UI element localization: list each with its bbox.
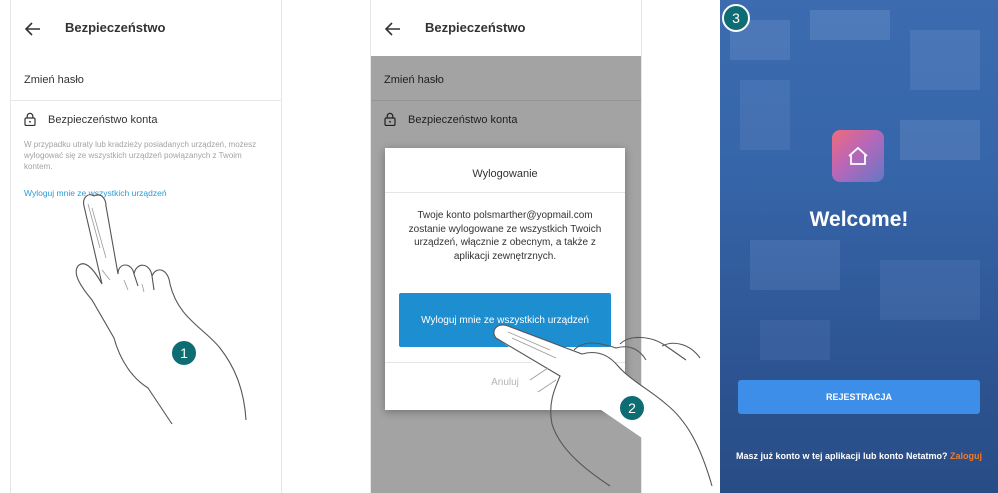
have-account-label: Masz już konto w tej aplikacji lub konto… — [735, 451, 948, 461]
back-arrow-icon[interactable] — [385, 22, 401, 36]
register-button[interactable]: REJESTRACJA — [738, 380, 980, 414]
change-password-row[interactable]: Zmień hasło — [11, 56, 281, 101]
change-password-label: Zmień hasło — [24, 74, 84, 86]
account-security-label: Bezpieczeństwo konta — [48, 114, 158, 126]
page-title: Bezpieczeństwo — [425, 20, 526, 35]
phone-screen-welcome: Welcome! REJESTRACJA Masz już konto w te… — [720, 0, 998, 493]
back-arrow-icon[interactable] — [25, 22, 41, 36]
account-security-heading: Bezpieczeństwo konta — [24, 114, 157, 126]
step-badge-3: 3 — [722, 4, 750, 32]
page-title: Bezpieczeństwo — [65, 20, 166, 35]
home-icon — [848, 146, 868, 165]
hand-pointer-icon — [75, 194, 247, 425]
dialog-message: Twoje konto polsmarther@yopmail.com zost… — [408, 210, 602, 262]
dialog-divider — [385, 192, 625, 193]
background-tiles — [730, 10, 980, 360]
hand-pointer-icon — [493, 324, 713, 487]
step-badge-2: 2 — [618, 394, 646, 422]
dialog-title: Wylogowanie — [472, 168, 538, 180]
app-bar: Bezpieczeństwo — [11, 0, 281, 56]
step-badge-1: 1 — [170, 339, 198, 367]
app-bar: Bezpieczeństwo — [371, 0, 641, 56]
have-account-text: Masz już konto w tej aplikacji lub konto… — [720, 451, 998, 462]
welcome-title: Welcome! — [809, 208, 909, 231]
app-logo — [832, 130, 884, 182]
login-link[interactable]: Zaloguj — [950, 451, 982, 461]
account-security-description: W przypadku utraty lub kradzieży posiada… — [24, 140, 257, 171]
